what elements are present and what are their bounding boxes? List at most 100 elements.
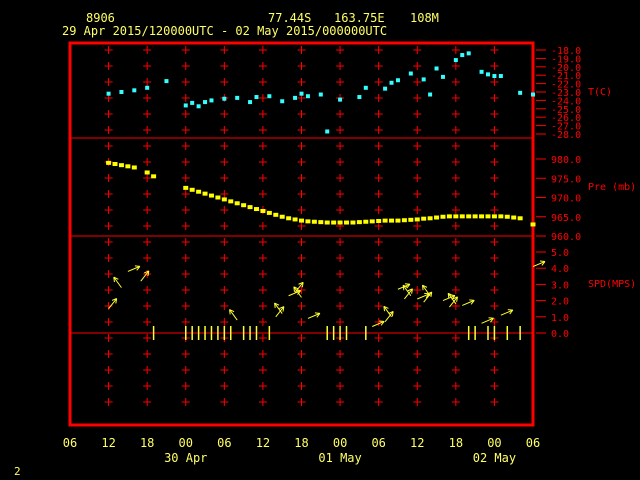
pressure-point <box>337 220 343 225</box>
temperature-point <box>248 100 253 105</box>
temperature-point <box>280 99 285 104</box>
wind-arrow-head <box>421 285 424 291</box>
pressure-point <box>356 220 362 225</box>
y-tick-label: 2.0 <box>551 297 569 308</box>
y-tick-label: 970.0 <box>551 194 581 205</box>
pressure-point <box>196 189 202 194</box>
temperature-point <box>492 74 497 79</box>
pressure-point <box>389 218 395 223</box>
x-date-label: 30 Apr <box>164 451 207 465</box>
x-tick-label: 00 <box>179 436 193 450</box>
x-tick-label: 12 <box>256 436 270 450</box>
temperature-point <box>203 100 208 105</box>
wind-series <box>108 260 546 340</box>
pressure-point <box>440 214 446 219</box>
x-tick-label: 00 <box>333 436 347 450</box>
pressure-point <box>118 163 124 168</box>
pressure-point <box>485 214 491 219</box>
pressure-point <box>376 218 382 223</box>
pressure-point <box>286 216 292 221</box>
x-tick-label: 00 <box>487 436 501 450</box>
pressure-point <box>350 220 356 225</box>
pressure-point <box>279 214 285 219</box>
pressure-point <box>151 174 157 179</box>
pressure-point <box>318 220 324 225</box>
y-axis-ticks: -18.0-19.0-20.0-21.0-22.0-23.0-24.0-25.0… <box>536 46 581 340</box>
pressure-point <box>517 216 523 221</box>
wind-arrow-head <box>402 285 405 291</box>
pressure-point <box>208 193 214 198</box>
pressure-point <box>344 220 350 225</box>
pressure-series <box>106 160 536 227</box>
wind-arrow-head <box>383 306 386 312</box>
x-tick-label: 18 <box>449 436 463 450</box>
pressure-point <box>382 218 388 223</box>
temperature-point <box>479 69 484 74</box>
pressure-point <box>273 212 279 217</box>
station-id: 8906 <box>86 11 115 25</box>
y-tick-label: 960.0 <box>551 232 581 243</box>
pressure-point <box>427 216 433 221</box>
x-axis: 06 12 18 00 06 12 18 00 06 12 18 00 06 30 Apr 01 May 02… <box>63 436 540 465</box>
pressure-point <box>292 217 298 222</box>
temperature-point <box>164 79 169 84</box>
pressure-point <box>228 199 234 204</box>
station-lat: 77.44S <box>268 11 311 25</box>
pressure-point <box>434 215 440 220</box>
temperature-point <box>235 95 240 100</box>
y-tick-label: 0.0 <box>551 329 569 340</box>
temperature-point <box>132 88 137 93</box>
x-date-label: 01 May <box>318 451 361 465</box>
wind-arrow-head <box>113 277 115 283</box>
pressure-point <box>125 164 131 169</box>
temperature-point <box>440 74 445 79</box>
y-tick-label: 3.0 <box>551 280 569 291</box>
station-lon: 163.75E <box>334 11 385 25</box>
pressure-point <box>466 214 472 219</box>
temperature-point <box>196 104 201 109</box>
y-tick-label: 975.0 <box>551 174 581 185</box>
temperature-point <box>325 129 330 134</box>
pressure-point <box>253 207 259 212</box>
temperature-point <box>434 66 439 71</box>
temperature-point <box>293 95 298 100</box>
temperature-point <box>183 103 188 108</box>
y-tick-label: 980.0 <box>551 155 581 166</box>
temperature-point <box>209 98 214 103</box>
x-date-label: 02 May <box>473 451 516 465</box>
pressure-point <box>144 170 150 175</box>
pressure-point <box>260 208 266 213</box>
x-tick-label: 18 <box>140 436 154 450</box>
temperature-point <box>254 95 259 100</box>
pressure-point <box>459 214 465 219</box>
temperature-point <box>222 96 227 101</box>
pressure-point <box>530 222 536 227</box>
pressure-point <box>414 217 420 222</box>
pressure-point <box>221 197 227 202</box>
pressure-point <box>266 210 272 215</box>
pressure-point <box>369 219 375 224</box>
pressure-point <box>311 219 317 224</box>
y-tick-label: 5.0 <box>551 248 569 259</box>
temperature-point <box>338 97 343 102</box>
temperature-point <box>190 100 195 105</box>
pressure-point <box>183 185 189 190</box>
pressure-point <box>299 218 304 223</box>
pressure-point <box>498 214 504 219</box>
pressure-point <box>324 220 330 225</box>
pressure-point <box>189 187 195 192</box>
wind-arrow-head <box>229 309 231 315</box>
pressure-point <box>446 214 452 219</box>
x-tick-label: 12 <box>101 436 115 450</box>
pressure-point <box>511 215 517 220</box>
y-tick-label: 1.0 <box>551 313 569 324</box>
temperature-point <box>145 85 150 90</box>
temperature-point <box>106 91 111 96</box>
pressure-point <box>401 218 407 223</box>
temperature-point <box>305 94 310 99</box>
pressure-point <box>408 217 414 222</box>
pressure-point <box>112 162 118 167</box>
temperature-point <box>357 95 362 100</box>
temperature-point <box>318 92 323 97</box>
temperature-point <box>428 92 433 97</box>
